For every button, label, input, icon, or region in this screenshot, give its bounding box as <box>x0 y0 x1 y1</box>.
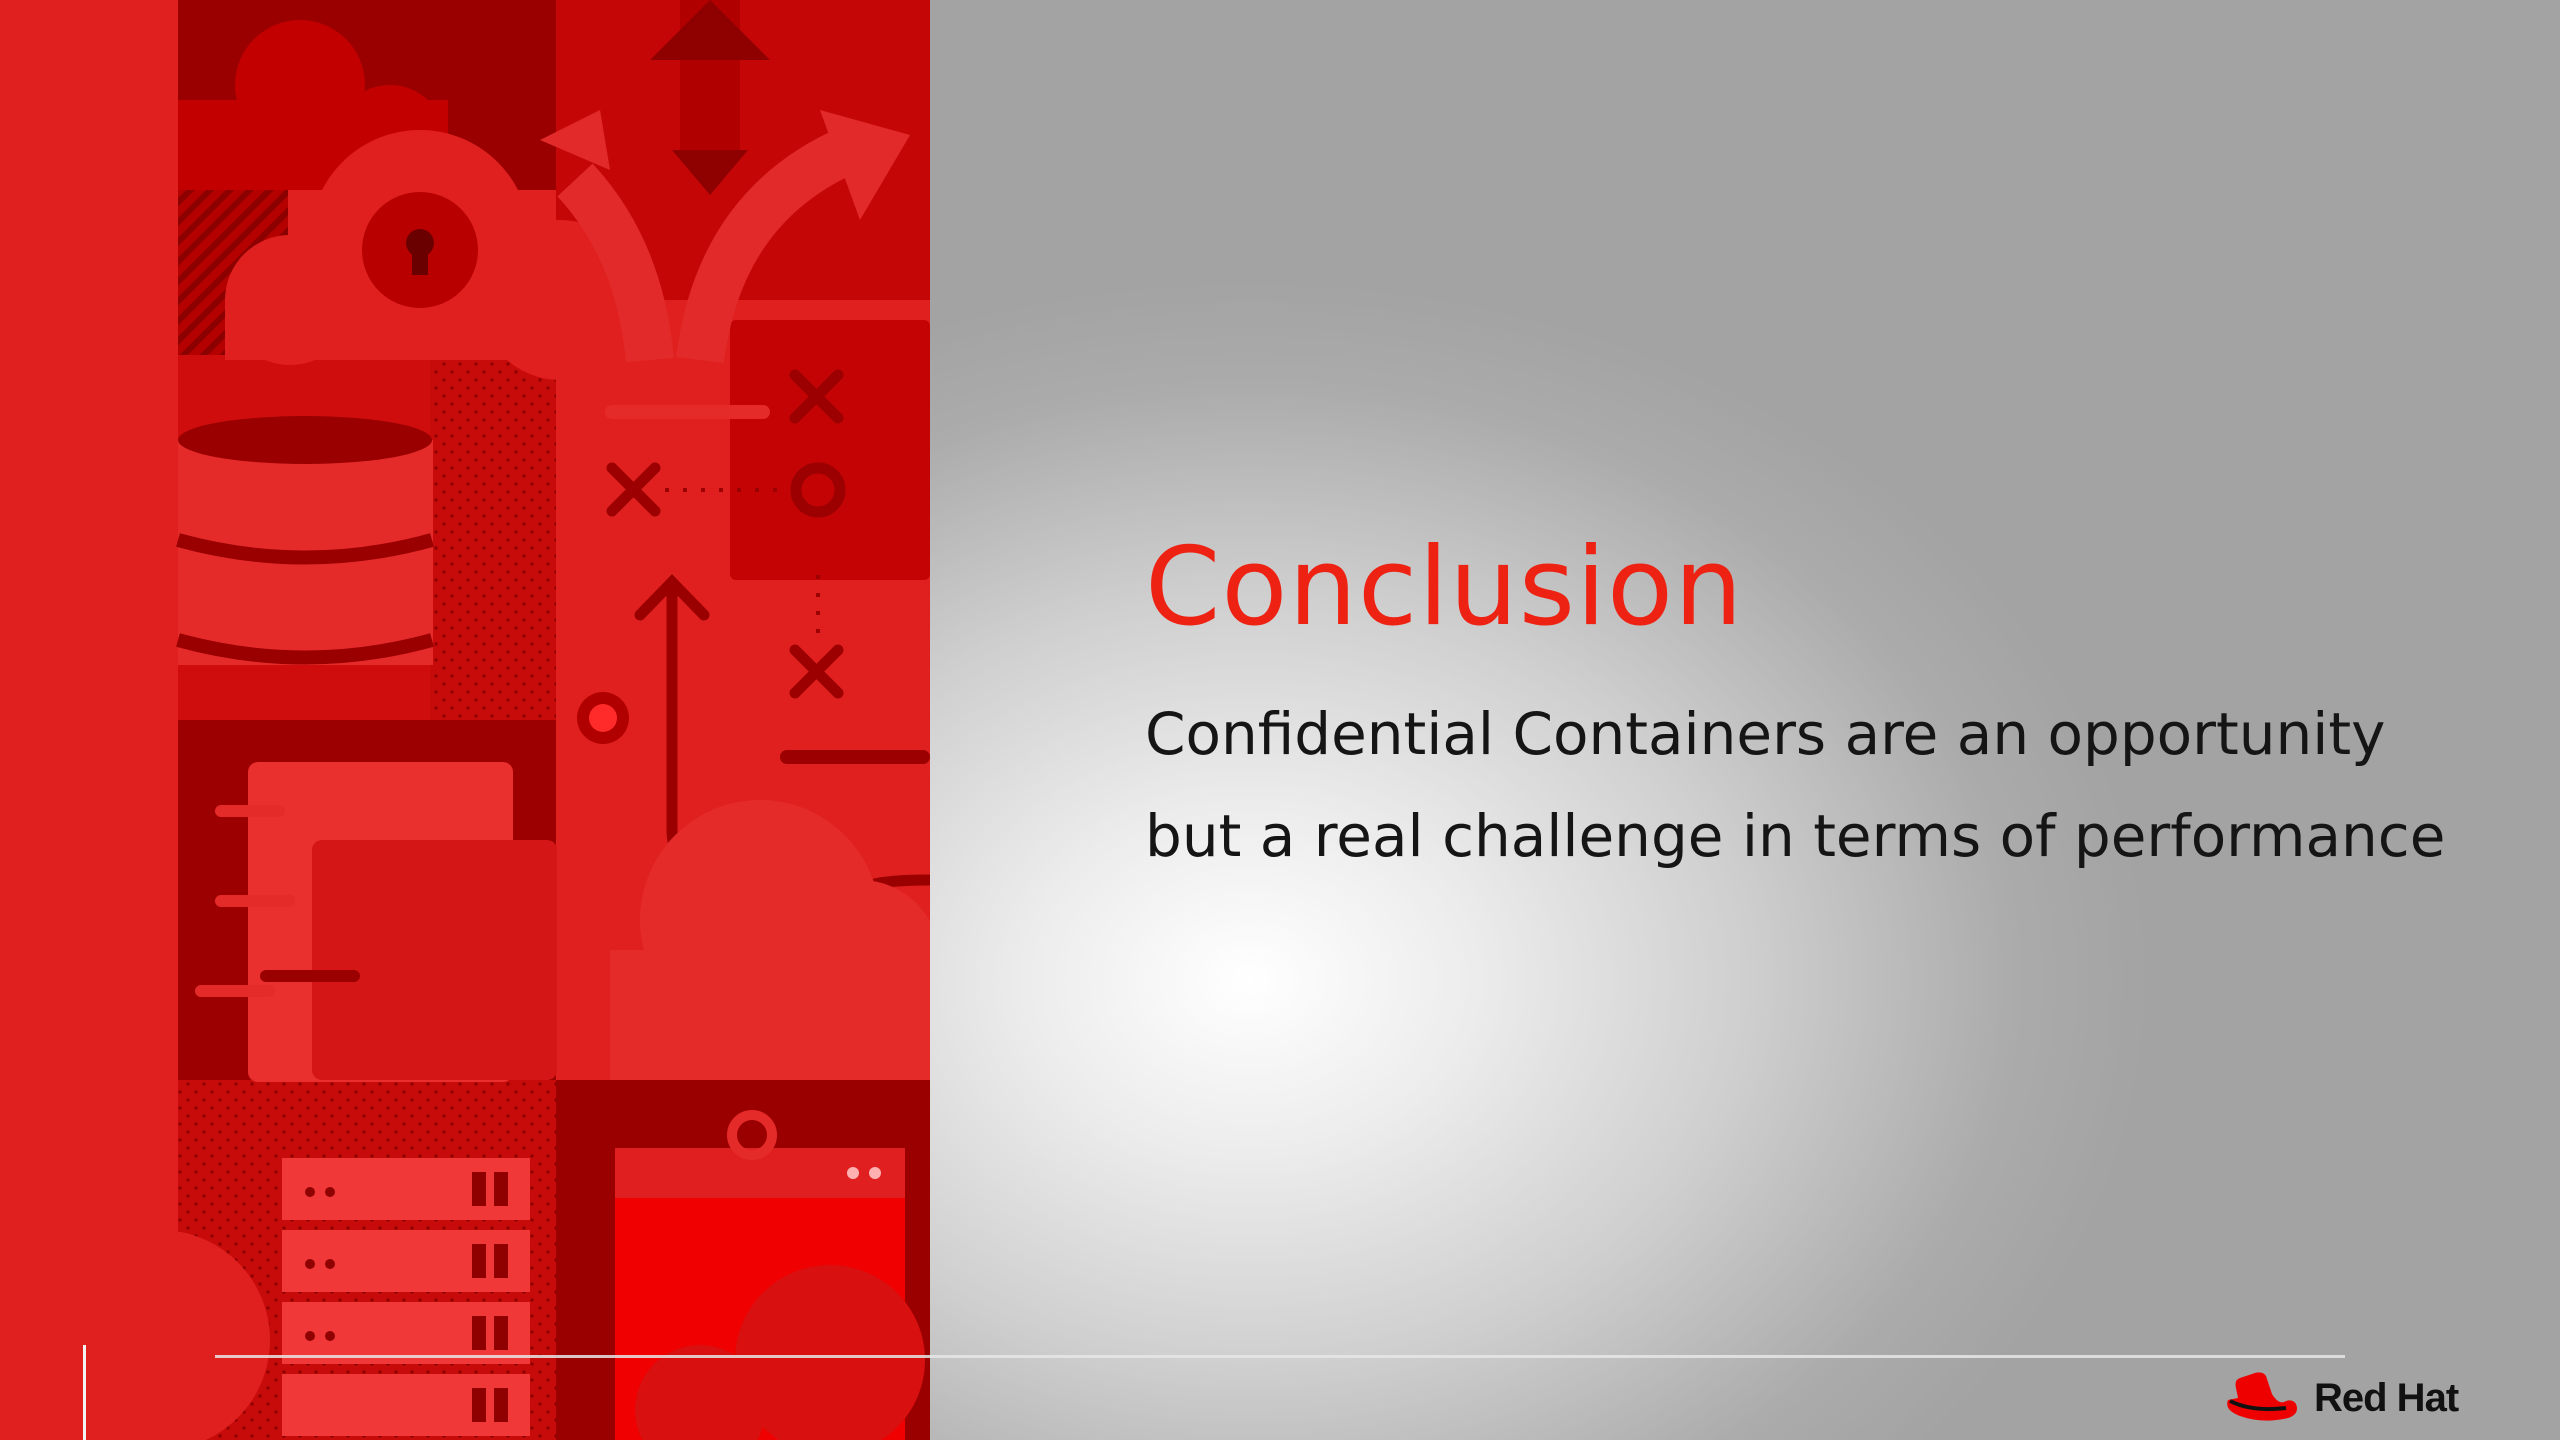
presentation-slide: Conclusion Confidential Containers are a… <box>0 0 2560 1440</box>
red-hat-logo: Red Hat <box>2222 1368 2459 1428</box>
brand-name: Red Hat <box>2314 1375 2459 1420</box>
slide-body: Confidential Containers are an opportuni… <box>1145 683 2505 887</box>
slide-title: Conclusion <box>1145 525 1744 650</box>
body-line-2: but a real challenge in terms of perform… <box>1145 802 2446 870</box>
footer-divider <box>215 1355 2345 1358</box>
slide-content: Conclusion Confidential Containers are a… <box>1145 520 2505 887</box>
red-hat-fedora-icon <box>2227 1372 2297 1421</box>
database-icon <box>176 416 434 665</box>
vertical-divider <box>83 1345 86 1440</box>
decorative-illustration-panel <box>0 0 930 1440</box>
body-line-1: Confidential Containers are an opportuni… <box>1145 700 2386 768</box>
illustration-svg <box>0 0 930 1440</box>
